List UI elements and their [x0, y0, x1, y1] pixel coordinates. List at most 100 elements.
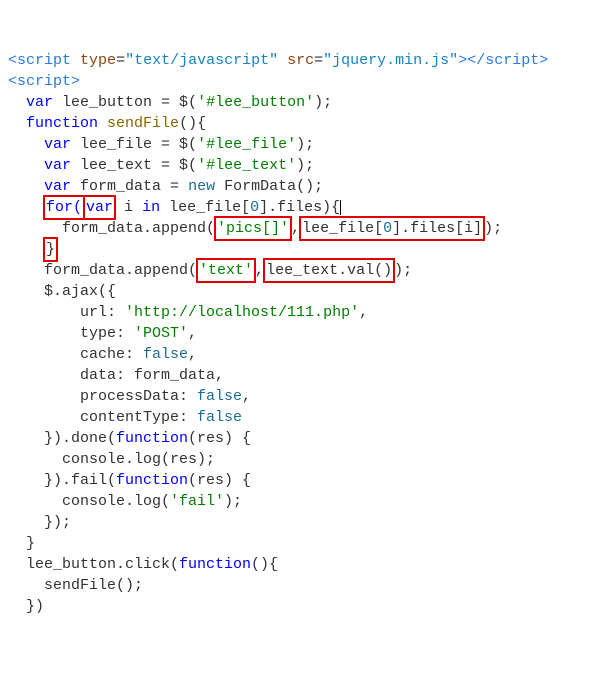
code-text: cache:: [8, 346, 143, 363]
code-text: FormData();: [215, 178, 323, 195]
highlight-box-leetext: lee_text.val(): [263, 258, 395, 283]
code-text: [8, 241, 44, 258]
code-text: );: [314, 94, 332, 111]
code-text: );: [296, 136, 314, 153]
code-text: contentType:: [8, 409, 197, 426]
code-text: );: [394, 262, 412, 279]
code-text: lee_button.click(: [8, 556, 179, 573]
code-text: }).fail(: [8, 472, 116, 489]
highlight-box-pics: 'pics[]': [214, 216, 292, 241]
code-text: >: [458, 52, 467, 69]
code-text: [8, 178, 44, 195]
code-text: url:: [8, 304, 125, 321]
code-text: }): [8, 598, 44, 615]
code-text: );: [484, 220, 502, 237]
code-text: [8, 136, 44, 153]
code-text: console.log(res);: [8, 451, 215, 468]
code-text: lee_file[: [302, 220, 383, 237]
text-cursor: [340, 200, 341, 215]
code-text: i: [115, 199, 142, 216]
code-text: (res) {: [188, 472, 251, 489]
code-text: $.ajax({: [8, 283, 116, 300]
code-text: [8, 199, 44, 216]
code-text: processData:: [8, 388, 197, 405]
code-text: var: [44, 157, 71, 174]
code-text: );: [224, 493, 242, 510]
highlight-box-for: for(: [43, 195, 85, 220]
code-text: 'text': [199, 262, 253, 279]
code-text: for(: [46, 199, 82, 216]
code-text: script: [17, 73, 71, 90]
code-text: lee_file = $(: [71, 136, 197, 153]
code-text: }: [46, 241, 55, 258]
code-text: script: [485, 52, 539, 69]
code-text: 0: [383, 220, 392, 237]
code-text: >: [71, 73, 80, 90]
code-text: in: [142, 199, 160, 216]
code-text: data: form_data,: [8, 367, 224, 384]
code-text: var: [26, 94, 53, 111]
code-text: form_data.append(: [8, 220, 215, 237]
code-text: 'POST': [134, 325, 188, 342]
code-text: (){: [179, 115, 206, 132]
code-text: new: [188, 178, 215, 195]
code-text: "jquery.min.js": [323, 52, 458, 69]
code-text: var: [86, 199, 113, 216]
code-text: src: [287, 52, 314, 69]
code-text: "text/javascript": [125, 52, 278, 69]
code-text: lee_file[: [160, 199, 250, 216]
code-block: <script type="text/javascript" src="jque…: [8, 50, 607, 617]
code-text: false: [143, 346, 188, 363]
code-text: false: [197, 409, 242, 426]
code-text: =: [116, 52, 125, 69]
code-text: form_data.append(: [8, 262, 197, 279]
code-text: form_data =: [71, 178, 188, 195]
code-text: lee_text.val(): [266, 262, 392, 279]
code-text: '#lee_file': [197, 136, 296, 153]
code-text: >: [539, 52, 548, 69]
code-text: 'http://localhost/111.php': [125, 304, 359, 321]
highlight-box-text: 'text': [196, 258, 256, 283]
code-text: sendFile();: [8, 577, 143, 594]
code-text: );: [296, 157, 314, 174]
code-text: ,: [359, 304, 368, 321]
code-text: script: [17, 52, 71, 69]
code-text: [71, 52, 80, 69]
code-text: console.log(: [8, 493, 170, 510]
code-text: <: [8, 52, 17, 69]
highlight-box-var: var: [83, 195, 116, 220]
code-text: (){: [251, 556, 278, 573]
code-text: 'pics[]': [217, 220, 289, 237]
code-text: function: [116, 472, 188, 489]
code-text: [8, 157, 44, 174]
code-text: });: [8, 514, 71, 531]
code-text: [98, 115, 107, 132]
code-text: }).done(: [8, 430, 116, 447]
code-text: (res) {: [188, 430, 251, 447]
code-text: lee_button = $(: [53, 94, 197, 111]
code-text: function: [26, 115, 98, 132]
code-text: '#lee_button': [197, 94, 314, 111]
code-text: function: [116, 430, 188, 447]
code-text: false: [197, 388, 242, 405]
code-text: ].files[i]: [392, 220, 482, 237]
code-text: type: [80, 52, 116, 69]
code-text: 'fail': [170, 493, 224, 510]
code-text: 0: [250, 199, 259, 216]
code-text: ,: [188, 346, 197, 363]
code-text: var: [44, 178, 71, 195]
code-text: [8, 115, 26, 132]
code-text: [278, 52, 287, 69]
highlight-box-files: lee_file[0].files[i]: [299, 216, 485, 241]
code-text: var: [44, 136, 71, 153]
highlight-box-brace: }: [43, 237, 58, 262]
code-text: function: [179, 556, 251, 573]
code-text: ,: [188, 325, 197, 342]
code-text: [8, 94, 26, 111]
code-text: </: [467, 52, 485, 69]
code-text: sendFile: [107, 115, 179, 132]
code-text: }: [8, 535, 35, 552]
code-text: '#lee_text': [197, 157, 296, 174]
code-text: type:: [8, 325, 134, 342]
code-text: lee_text = $(: [71, 157, 197, 174]
